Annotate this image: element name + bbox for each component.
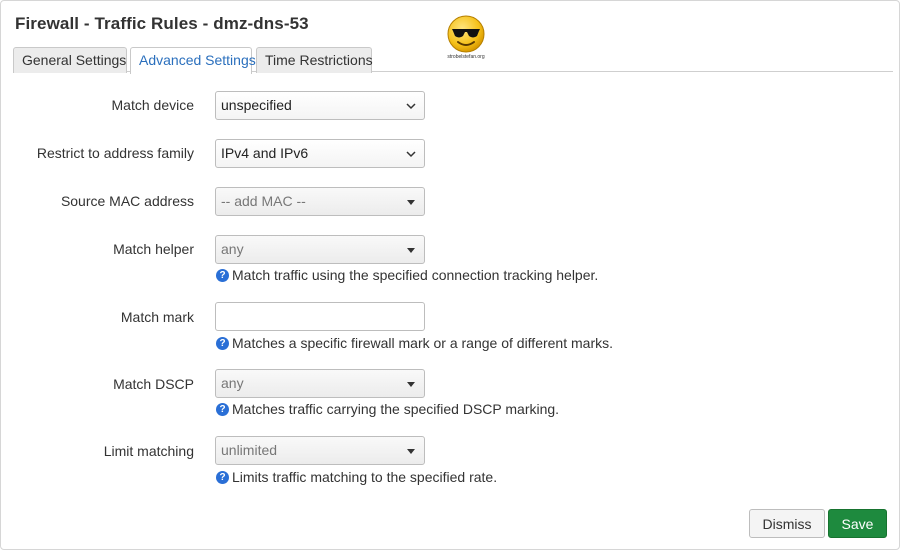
- limit-matching-help-text: Limits traffic matching to the specified…: [232, 469, 498, 485]
- match-device-label: Match device: [111, 97, 194, 113]
- tab-bar: General Settings Advanced Settings Time …: [13, 46, 893, 74]
- match-device-select[interactable]: unspecified: [215, 91, 425, 120]
- dismiss-button[interactable]: Dismiss: [749, 509, 825, 538]
- match-dscp-help: ? Matches traffic carrying the specified…: [216, 401, 559, 417]
- limit-matching-help: ? Limits traffic matching to the specifi…: [216, 469, 497, 485]
- match-mark-help: ? Matches a specific firewall mark or a …: [216, 335, 613, 351]
- match-mark-input[interactable]: [215, 302, 425, 331]
- help-icon: ?: [216, 268, 229, 282]
- match-dscp-label: Match DSCP: [113, 376, 194, 392]
- limit-matching-value: unlimited: [221, 442, 278, 458]
- match-helper-label: Match helper: [113, 241, 194, 257]
- match-helper-select[interactable]: any: [215, 235, 425, 264]
- match-helper-help: ? Match traffic using the specified conn…: [216, 267, 598, 283]
- caret-down-icon: [407, 449, 415, 454]
- source-mac-value: -- add MAC --: [221, 193, 306, 209]
- tab-general-settings[interactable]: General Settings: [13, 47, 127, 73]
- address-family-value: IPv4 and IPv6: [221, 145, 309, 161]
- match-device-value: unspecified: [221, 97, 292, 113]
- dialog-title: Firewall - Traffic Rules - dmz-dns-53: [15, 14, 309, 33]
- save-button[interactable]: Save: [828, 509, 887, 538]
- source-mac-label: Source MAC address: [60, 193, 194, 209]
- traffic-rule-dialog: Firewall - Traffic Rules - dmz-dns-53 st…: [0, 0, 900, 550]
- match-dscp-help-text: Matches traffic carrying the specified D…: [232, 401, 560, 417]
- chevron-down-icon: [406, 103, 416, 110]
- limit-matching-select[interactable]: unlimited: [215, 436, 425, 465]
- caret-down-icon: [407, 382, 415, 387]
- address-family-select[interactable]: IPv4 and IPv6: [215, 139, 425, 168]
- help-icon: ?: [216, 402, 229, 416]
- help-icon: ?: [216, 336, 229, 350]
- match-dscp-select[interactable]: any: [215, 369, 425, 398]
- tab-time-restrictions[interactable]: Time Restrictions: [256, 47, 373, 73]
- match-mark-help-text: Matches a specific firewall mark or a ra…: [232, 335, 614, 351]
- match-mark-label: Match mark: [120, 309, 194, 325]
- caret-down-icon: [407, 248, 415, 253]
- chevron-down-icon: [406, 151, 416, 158]
- caret-down-icon: [407, 200, 415, 205]
- match-helper-value: any: [221, 241, 244, 257]
- tab-advanced-settings[interactable]: Advanced Settings: [130, 47, 256, 74]
- address-family-label: Restrict to address family: [36, 145, 194, 161]
- limit-matching-label: Limit matching: [103, 443, 194, 459]
- source-mac-select[interactable]: -- add MAC --: [215, 187, 425, 216]
- match-helper-help-text: Match traffic using the specified connec…: [232, 267, 599, 283]
- match-dscp-value: any: [221, 375, 244, 391]
- help-icon: ?: [216, 470, 229, 484]
